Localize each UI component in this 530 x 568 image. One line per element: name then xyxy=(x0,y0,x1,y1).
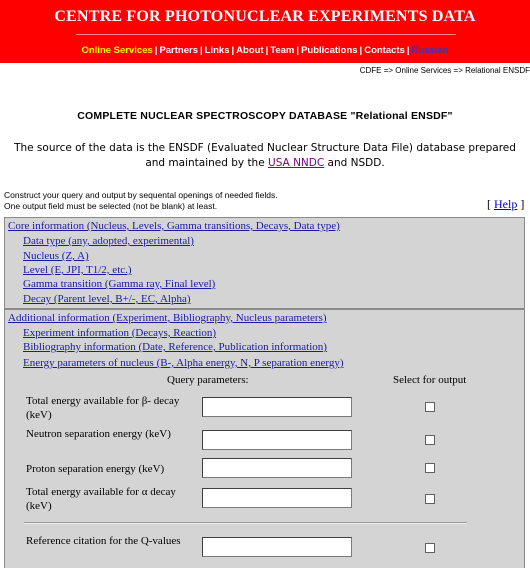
proton-separation-label: Proton separation energy (keV) xyxy=(26,463,165,475)
proton-separation-input[interactable] xyxy=(202,458,352,478)
help-bracket: [ xyxy=(487,197,491,211)
nav-russian[interactable]: Russian xyxy=(412,45,449,56)
q-beta-label: Total energy available for β- decay (keV… xyxy=(26,395,180,421)
core-item-data-type[interactable]: Data type (any, adopted, experimental) xyxy=(23,235,194,247)
nav-online-services[interactable]: Online Services xyxy=(81,45,152,56)
banner-divider xyxy=(76,34,456,35)
nav-links[interactable]: Links xyxy=(205,45,230,56)
neutron-separation-output-checkbox[interactable] xyxy=(425,435,435,445)
nav-separator: | xyxy=(200,45,203,56)
nav-about[interactable]: About xyxy=(236,45,263,56)
help: [ Help ] xyxy=(487,197,524,212)
core-item-decay[interactable]: Decay (Parent level, B+/-, EC, Alpha) xyxy=(23,293,191,305)
section-divider xyxy=(24,522,467,524)
core-info-header[interactable]: Core information (Nucleus, Levels, Gamma… xyxy=(8,220,340,232)
page-title: COMPLETE NUCLEAR SPECTROSCOPY DATABASE "… xyxy=(77,110,453,122)
additional-info-panel: Additional information (Experiment, Bibl… xyxy=(4,309,525,568)
nav-contacts[interactable]: Contacts xyxy=(364,45,405,56)
additional-item-experiment[interactable]: Experiment information (Decays, Reaction… xyxy=(23,327,216,339)
select-output-header: Select for output xyxy=(393,374,467,386)
core-item-nucleus[interactable]: Nucleus (Z, A) xyxy=(23,250,89,262)
source-text: The source of the data is the ENSDF (Eva… xyxy=(14,142,516,169)
nav-team[interactable]: Team xyxy=(270,45,294,56)
q-alpha-output-checkbox[interactable] xyxy=(425,494,435,504)
q-beta-output-checkbox[interactable] xyxy=(425,402,435,412)
usa-nndc-link[interactable]: USA NNDC xyxy=(268,157,324,169)
query-parameters-header: Query parameters: xyxy=(167,374,249,386)
core-item-gamma-transition[interactable]: Gamma transition (Gamma ray, Final level… xyxy=(23,278,215,290)
q-alpha-input[interactable] xyxy=(202,488,352,508)
site-title: CENTRE FOR PHOTONUCLEAR EXPERIMENTS DATA xyxy=(54,8,476,25)
reference-citation-label: Reference citation for the Q-values xyxy=(26,535,181,547)
reference-citation-output-checkbox[interactable] xyxy=(425,543,435,553)
proton-separation-output-checkbox[interactable] xyxy=(425,463,435,473)
nav-publications[interactable]: Publications xyxy=(301,45,357,56)
nav-separator: | xyxy=(406,45,410,56)
instructions: Construct your query and output by seque… xyxy=(4,190,278,211)
source-text-end: and NSDD. xyxy=(324,157,385,169)
core-info-panel: Core information (Nucleus, Levels, Gamma… xyxy=(4,217,525,309)
neutron-separation-input[interactable] xyxy=(202,430,352,450)
additional-item-bibliography[interactable]: Bibliography information (Date, Referenc… xyxy=(23,341,327,353)
neutron-separation-label: Neutron separation energy (keV) xyxy=(26,428,171,440)
q-beta-input[interactable] xyxy=(202,397,352,417)
instruction-line: One output field must be selected (not b… xyxy=(4,200,218,211)
breadcrumb: CDFE => Online Services => Relational EN… xyxy=(359,66,530,75)
help-link[interactable]: Help xyxy=(494,197,517,211)
header-banner: CENTRE FOR PHOTONUCLEAR EXPERIMENTS DATA… xyxy=(0,0,530,63)
additional-info-header[interactable]: Additional information (Experiment, Bibl… xyxy=(8,312,327,324)
instruction-line: Construct your query and output by seque… xyxy=(4,190,278,200)
additional-item-energy-parameters[interactable]: Energy parameters of nucleus (B-, Alpha … xyxy=(23,357,344,369)
source-description: The source of the data is the ENSDF (Eva… xyxy=(10,141,520,171)
reference-citation-input[interactable] xyxy=(202,537,352,557)
core-item-level[interactable]: Level (E, JPI, T1/2, etc.) xyxy=(23,264,132,276)
q-alpha-label: Total energy available for α decay (keV) xyxy=(26,486,176,512)
top-nav: Online Services | Partners | Links | About | Tea… xyxy=(0,45,530,56)
help-bracket: ] xyxy=(520,197,525,211)
nav-partners[interactable]: Partners xyxy=(159,45,198,56)
